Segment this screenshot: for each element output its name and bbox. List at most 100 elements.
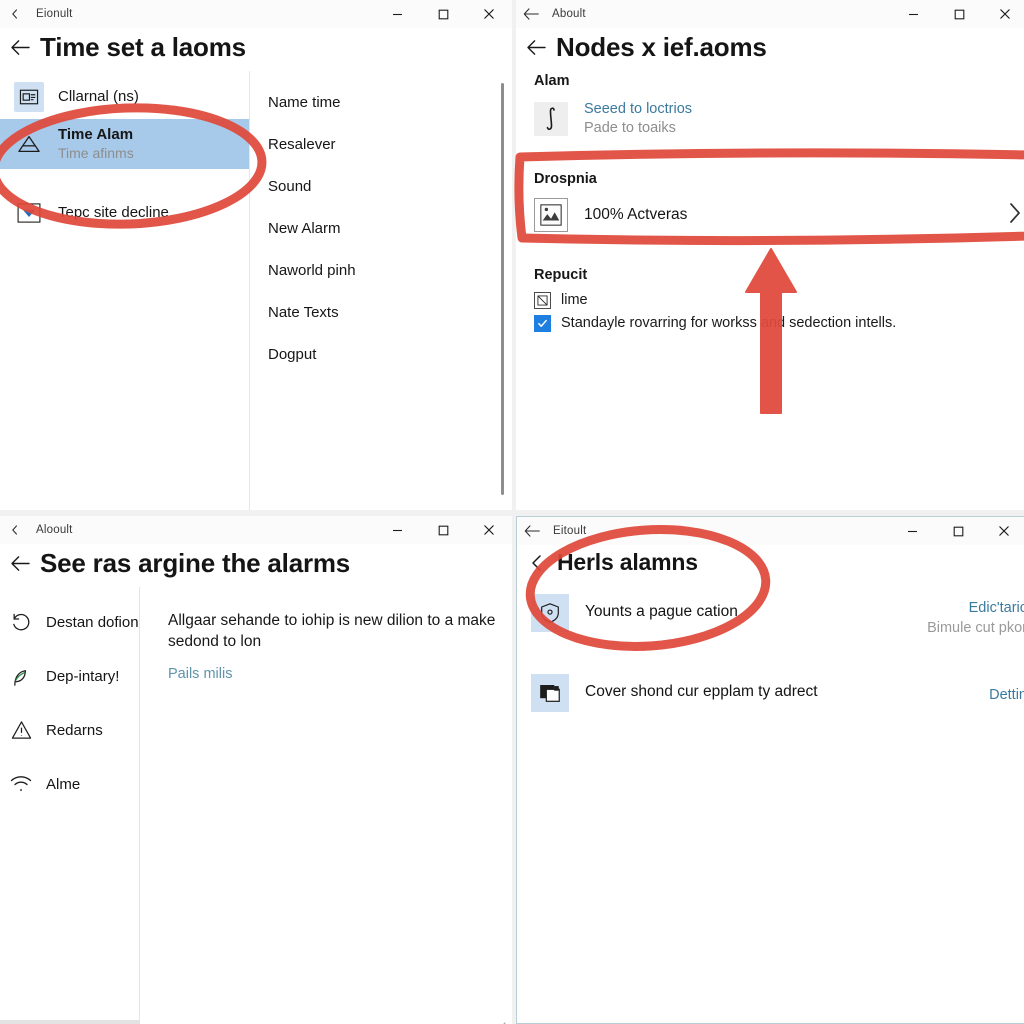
card-list-icon — [14, 82, 44, 112]
content-panel: Allgaar sehande to iohip is new dilion t… — [140, 587, 512, 1024]
minimize-button[interactable] — [374, 0, 420, 28]
page-back-icon[interactable] — [0, 39, 40, 56]
row-spacer — [531, 648, 1024, 664]
small-box-icon — [534, 291, 551, 309]
vertical-scrollbar[interactable] — [501, 83, 504, 495]
sidebar-item-label: Dep-intary! — [46, 667, 120, 685]
maximize-button[interactable] — [420, 0, 466, 28]
row-label: Cover shond cur epplam ty adrect — [585, 683, 818, 701]
page-title: See ras argine the alarms — [40, 548, 351, 578]
repucit-item-standayle[interactable]: Standayle rovarring for workss and sedec… — [534, 312, 1024, 335]
close-button[interactable] — [981, 517, 1024, 545]
row-right-link[interactable]: Edic'taric — [927, 599, 1024, 619]
close-button[interactable] — [982, 0, 1024, 28]
window-bottom-right: Eitoult Herls alamns Younts a pague cati… — [516, 516, 1024, 1024]
maximize-button[interactable] — [935, 517, 981, 545]
shield-badge-icon — [531, 594, 569, 632]
warning-triangle-icon — [8, 717, 34, 743]
sidebar-item-dep-intary[interactable]: Dep-intary! — [0, 649, 139, 703]
minimize-button[interactable] — [374, 516, 420, 544]
titlebar-back-icon[interactable] — [0, 516, 30, 544]
menu-item-dogput[interactable]: Dogput — [268, 333, 512, 375]
row-right-meta: Dettin — [989, 674, 1024, 706]
menu-item-nate-texts[interactable]: Nate Texts — [268, 291, 512, 333]
content-link[interactable]: Pails milis — [168, 666, 496, 682]
content-paragraph: Allgaar sehande to iohip is new dilion t… — [168, 612, 496, 650]
sidebar-item-redarns[interactable]: Redarns — [0, 703, 139, 757]
sidebar-item-destan-dofion[interactable]: Destan dofion — [0, 595, 139, 649]
titlebar-buttons — [889, 517, 1024, 545]
page-title: Herls alamns — [557, 549, 698, 575]
chevron-down-box-icon — [14, 198, 44, 228]
titlebar-back-icon[interactable] — [0, 0, 30, 28]
titlebar-title: Alooult — [36, 524, 73, 536]
titlebar-bottom-left: Alooult — [0, 516, 512, 544]
minimize-button[interactable] — [890, 0, 936, 28]
horizontal-scrollbar[interactable] — [0, 1020, 140, 1024]
titlebar-title: Eitoult — [553, 525, 587, 537]
resize-grip-icon[interactable] — [493, 1019, 506, 1024]
settings-sidebar: Destan dofion Dep-intary! Redarns Alme — [0, 587, 140, 1024]
titlebar-buttons — [374, 516, 512, 544]
menu-item-name-time[interactable]: Name time — [268, 81, 512, 123]
window-top-right-body: Alam Seeed to loctrios Pade to toaiks Dr… — [516, 73, 1024, 510]
titlebar-back-icon[interactable] — [516, 0, 546, 28]
sidebar-item-label: Alme — [46, 775, 81, 793]
row-link-label[interactable]: Seeed to loctrios — [584, 100, 692, 119]
row-cover-shond-cur-epplam[interactable]: Cover shond cur epplam ty adrect Dettin — [531, 664, 1024, 722]
close-button[interactable] — [466, 516, 512, 544]
menu-item-new-alarm[interactable]: New Alarm — [268, 207, 512, 249]
sidebar-item-cllarnal[interactable]: Cllarnal (ns) — [0, 75, 249, 119]
page-header-bottom-left: See ras argine the alarms — [0, 544, 512, 587]
chevron-right-icon[interactable] — [1008, 201, 1024, 229]
row-seeed-to-loctrios[interactable]: Seeed to loctrios Pade to toaiks — [534, 95, 1024, 143]
minimize-button[interactable] — [889, 517, 935, 545]
repucit-item-lime[interactable]: lime — [534, 289, 1024, 312]
screenshot-root: Eionult Time set a laoms Cllarnal (ns) T… — [0, 0, 1024, 1024]
picture-frame-icon — [534, 197, 568, 232]
sidebar-item-tepc-site-decline[interactable]: Tepc site decline — [0, 191, 249, 235]
leaf-privacy-icon — [8, 663, 34, 689]
sidebar-item-alme[interactable]: Alme — [0, 757, 139, 811]
row-drospnia-actveras[interactable]: 100% Actveras — [534, 193, 1024, 237]
maximize-button[interactable] — [420, 516, 466, 544]
section-heading-repucit: Repucit — [534, 266, 588, 283]
window-bottom-right-body: Younts a pague cation Edic'taric Bimule … — [517, 584, 1024, 1023]
titlebar-bottom-right: Eitoult — [517, 517, 1024, 545]
sidebar-item-label: Time Alam — [58, 126, 134, 143]
menu-item-naworld-pinh[interactable]: Naworld pinh — [268, 249, 512, 291]
page-back-icon[interactable] — [517, 554, 557, 572]
row-drospnia-label: 100% Actveras — [584, 205, 688, 223]
alarm-bell-icon — [14, 129, 44, 159]
close-button[interactable] — [466, 0, 512, 28]
titlebar-title: Aboult — [552, 8, 586, 20]
history-back-icon — [8, 609, 34, 635]
page-back-icon[interactable] — [516, 39, 556, 56]
page-header-top-right: Nodes x ief.aoms — [516, 28, 1024, 71]
titlebar-buttons — [374, 0, 512, 28]
sidebar-item-label: Cllarnal (ns) — [58, 87, 139, 105]
window-top-left-body: Cllarnal (ns) Time Alam Time afinms Tepc… — [0, 71, 512, 510]
row-right-sub: Bimule cut pkor — [927, 619, 1024, 636]
maximize-button[interactable] — [936, 0, 982, 28]
titlebar-back-icon[interactable] — [517, 517, 547, 545]
window-top-right: Aboult Nodes x ief.aoms Alam Seeed to lo… — [516, 0, 1024, 510]
sidebar-item-cllarnal-text: Cllarnal (ns) — [58, 88, 139, 107]
checkbox-icon[interactable] — [534, 314, 551, 332]
titlebar-title: Eionult — [36, 8, 73, 20]
page-back-icon[interactable] — [0, 555, 40, 572]
row-younts-a-pague-cation[interactable]: Younts a pague cation Edic'taric Bimule … — [531, 584, 1024, 648]
window-bottom-left: Alooult See ras argine the alarms Destan… — [0, 516, 512, 1024]
page-title: Nodes x ief.aoms — [556, 32, 767, 62]
menu-item-sound[interactable]: Sound — [268, 165, 512, 207]
sidebar-item-sublabel: Time afinms — [58, 144, 134, 161]
menu-item-resalever[interactable]: Resalever — [268, 123, 512, 165]
row-right-meta: Edic'taric Bimule cut pkor — [927, 594, 1024, 638]
sidebar-item-label: Destan dofion — [46, 613, 139, 631]
sidebar-item-time-alam[interactable]: Time Alam Time afinms — [0, 119, 249, 170]
sidebar-item-time-alam-text: Time Alam Time afinms — [58, 126, 134, 162]
row-right-link[interactable]: Dettin — [989, 686, 1024, 706]
